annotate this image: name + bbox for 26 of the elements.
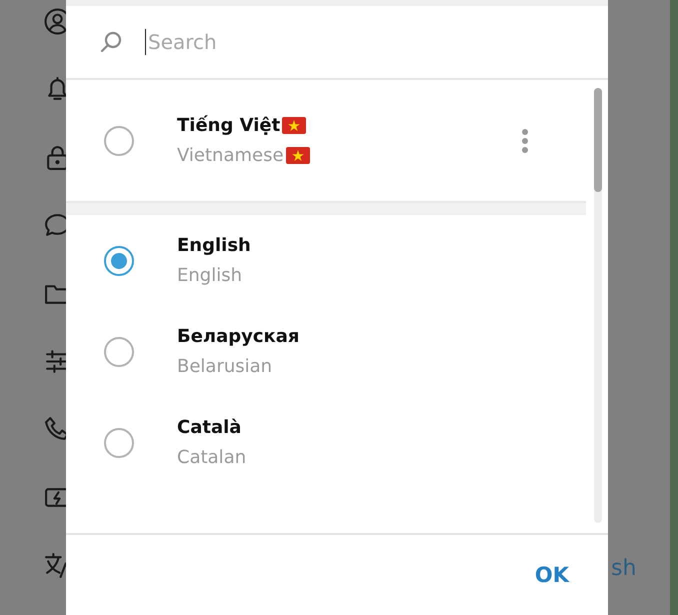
- radio-button[interactable]: [104, 428, 134, 458]
- search-icon: [99, 30, 123, 54]
- scrollbar[interactable]: [594, 88, 602, 192]
- language-item[interactable]: Беларуская Belarusian: [66, 306, 586, 397]
- language-english-name: English: [177, 265, 242, 286]
- language-english-name: Vietnamese: [177, 145, 284, 166]
- ok-button[interactable]: OK: [530, 557, 573, 593]
- radio-button[interactable]: [104, 246, 134, 276]
- more-icon[interactable]: [521, 128, 529, 154]
- radio-button[interactable]: [104, 126, 134, 156]
- language-name: English: [177, 235, 251, 256]
- language-english-name: Belarusian: [177, 356, 272, 377]
- chat-bubble-icon[interactable]: [44, 212, 66, 239]
- translate-icon[interactable]: [44, 552, 66, 579]
- settings-label: sh: [611, 556, 636, 581]
- language-name: Català: [177, 417, 242, 438]
- lock-icon[interactable]: [44, 144, 66, 171]
- language-name: Tiếng Việt: [177, 115, 280, 136]
- language-item[interactable]: Català Catalan: [66, 397, 586, 488]
- profile-icon[interactable]: [44, 8, 66, 35]
- language-item[interactable]: English English: [66, 215, 586, 306]
- radio-button[interactable]: [104, 336, 134, 366]
- phone-icon[interactable]: [44, 416, 66, 443]
- language-name: Беларуская: [177, 326, 300, 347]
- language-english-name: Catalan: [177, 447, 246, 468]
- sliders-icon[interactable]: [44, 348, 66, 375]
